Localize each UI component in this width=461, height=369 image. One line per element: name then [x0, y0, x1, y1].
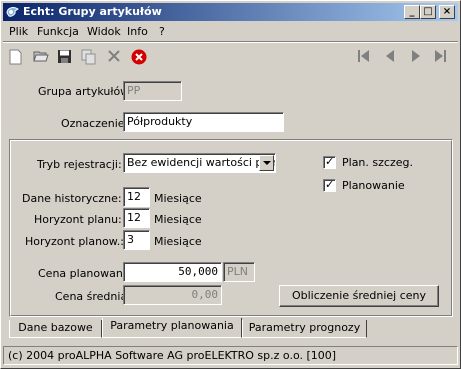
- first-record-button[interactable]: [355, 46, 375, 68]
- horizon-plan-unit: Miesiące: [154, 213, 202, 226]
- copy-button[interactable]: [79, 46, 99, 68]
- plan-detail-label: Plan. szczeg.: [342, 156, 413, 169]
- history-label: Dane historyczne:: [22, 192, 122, 205]
- registration-label: Tryb rejestracji:: [37, 158, 122, 171]
- planned-price-field[interactable]: 50,000: [123, 262, 222, 282]
- group-label: Grupa artykułów:: [38, 85, 133, 98]
- next-record-icon: [412, 50, 420, 62]
- avg-price-label: Cena średnia:: [55, 290, 131, 303]
- delete-icon: [108, 50, 120, 62]
- title-bar: Echt: Grupy artykułów _ □ ×: [3, 3, 458, 21]
- minimize-icon: _: [409, 6, 415, 17]
- horizon-planning-field[interactable]: 3: [123, 230, 150, 250]
- previous-record-button[interactable]: [381, 46, 401, 68]
- designation-field[interactable]: Półprodukty: [123, 112, 284, 132]
- maximize-icon: □: [423, 6, 433, 17]
- chevron-down-icon[interactable]: [259, 155, 274, 171]
- maximize-button[interactable]: □: [420, 5, 436, 19]
- delete-button[interactable]: [105, 46, 125, 68]
- open-folder-icon: [33, 51, 49, 62]
- horizon-plan-field[interactable]: 12: [123, 208, 150, 228]
- horizon-plan-label: Horyzont planu:: [34, 213, 122, 226]
- main-window: Echt: Grupy artykułów _ □ × Plik Funkcja…: [0, 0, 461, 369]
- cancel-button[interactable]: [129, 46, 149, 68]
- save-icon: [58, 50, 71, 63]
- planning-label: Planowanie: [342, 179, 405, 192]
- tab-parametry-prognozy[interactable]: Parametry prognozy: [242, 320, 367, 338]
- close-icon: ×: [442, 6, 452, 17]
- registration-value: Bez ewidencji wartości plan: [127, 156, 276, 169]
- calc-avg-price-button[interactable]: Obliczenie średniej ceny: [279, 285, 439, 307]
- horizon-planning-label: Horyzont planow.:: [25, 235, 124, 248]
- copy-icon: [81, 49, 96, 65]
- tab-dane-bazowe[interactable]: Dane bazowe: [9, 320, 102, 338]
- history-unit: Miesiące: [154, 192, 202, 205]
- history-field[interactable]: 12: [123, 187, 150, 207]
- registration-select[interactable]: Bez ewidencji wartości plan: [123, 153, 276, 173]
- tab-parametry-planowania[interactable]: Parametry planowania: [102, 318, 242, 338]
- new-button[interactable]: [7, 46, 27, 68]
- previous-record-icon: [386, 50, 394, 62]
- menu-bar: Plik Funkcja Widok Info ?: [3, 22, 458, 41]
- last-record-icon: [435, 50, 446, 62]
- minimize-button[interactable]: _: [404, 5, 420, 19]
- check-icon: ✓: [325, 155, 335, 168]
- save-button[interactable]: [55, 46, 75, 68]
- menu-funkcja[interactable]: Funkcja: [37, 25, 79, 38]
- plan-detail-checkbox[interactable]: ✓: [323, 156, 336, 169]
- planned-price-label: Cena planowana:: [38, 267, 134, 280]
- first-record-icon: [358, 50, 369, 62]
- last-record-button[interactable]: [431, 46, 451, 68]
- menu-widok[interactable]: Widok: [87, 25, 121, 38]
- status-bar: (c) 2004 proALPHA Software AG proELEKTRO…: [3, 346, 458, 365]
- window-title: Echt: Grupy artykułów: [23, 5, 162, 18]
- group-field[interactable]: PP: [123, 81, 182, 101]
- avg-price-field: 0,00: [123, 285, 222, 305]
- app-icon: [6, 7, 19, 17]
- new-file-icon: [9, 49, 22, 65]
- toolbar-separator: [3, 41, 458, 43]
- menu-help[interactable]: ?: [159, 25, 165, 38]
- open-button[interactable]: [31, 46, 51, 68]
- horizon-planning-unit: Miesiące: [154, 235, 202, 248]
- planning-checkbox[interactable]: ✓: [323, 179, 336, 192]
- menu-info[interactable]: Info: [127, 25, 148, 38]
- currency-field: PLN: [223, 262, 255, 282]
- close-button[interactable]: ×: [439, 5, 455, 19]
- cancel-icon: [131, 49, 147, 65]
- check-icon: ✓: [325, 178, 335, 191]
- designation-label: Oznaczenie:: [61, 117, 129, 130]
- next-record-button[interactable]: [407, 46, 427, 68]
- menu-plik[interactable]: Plik: [9, 25, 28, 38]
